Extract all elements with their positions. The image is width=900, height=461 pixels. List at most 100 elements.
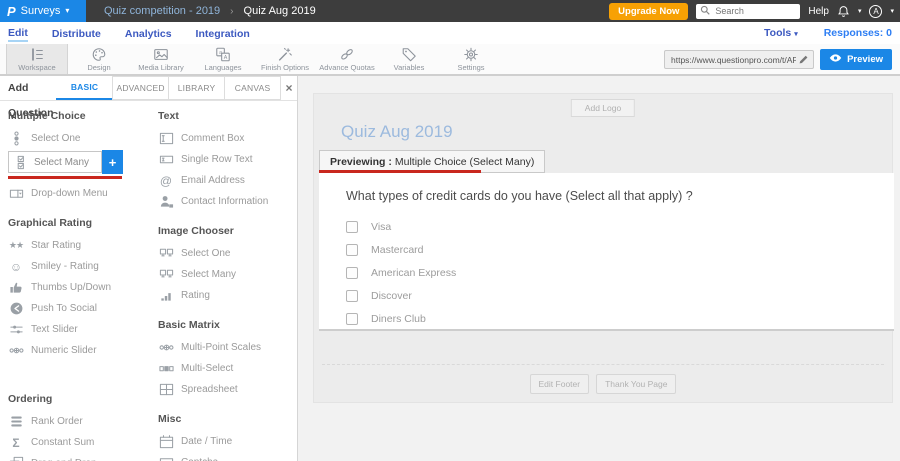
tab-canvas[interactable]: CANVAS — [224, 76, 281, 100]
question-type-label: Rating — [181, 290, 210, 301]
toolbar-item-languages[interactable]: aALanguages — [192, 44, 254, 74]
img-select-many-icon — [158, 267, 174, 282]
tab-basic[interactable]: BASIC — [56, 76, 113, 100]
thank-you-page-button[interactable]: Thank You Page — [596, 374, 676, 394]
chevron-down-icon[interactable]: ▾ — [890, 7, 894, 15]
responses-count[interactable]: Responses: 0 — [824, 27, 892, 39]
dropdown-menu-icon — [8, 186, 24, 201]
toolbar-item-design[interactable]: Design — [68, 44, 130, 74]
questionpro-logo-icon: P — [7, 4, 16, 19]
question-type-label: Push To Social — [31, 303, 97, 314]
question-type-item[interactable]: Thumbs Up/Down — [8, 277, 150, 298]
advance-quotas-icon — [339, 46, 355, 63]
comment-box-icon — [158, 131, 174, 146]
search-icon — [700, 2, 710, 20]
toolbar-item-variables[interactable]: Variables — [378, 44, 440, 74]
upgrade-now-button[interactable]: Upgrade Now — [609, 3, 688, 20]
question-type-item[interactable]: Select One — [8, 128, 150, 149]
tab-library[interactable]: LIBRARY — [168, 76, 225, 100]
toolbar-item-workspace[interactable]: Workspace — [6, 44, 68, 74]
question-type-item-selected[interactable]: Select Many+ — [8, 151, 150, 173]
question-type-label: Star Rating — [31, 240, 81, 251]
help-link[interactable]: Help — [808, 6, 829, 17]
panel-tabs: BASICADVANCEDLIBRARYCANVAS — [57, 76, 281, 100]
variables-icon — [401, 46, 417, 63]
chevron-down-icon: ▾ — [65, 7, 69, 15]
nav-tab-analytics[interactable]: Analytics — [125, 25, 172, 41]
single-row-text-icon — [158, 152, 174, 167]
question-type-label: Constant Sum — [31, 437, 94, 448]
tools-menu[interactable]: Tools ▾ — [764, 27, 798, 39]
preview-button[interactable]: Preview — [820, 49, 892, 70]
surveys-menu[interactable]: P Surveys ▾ — [0, 0, 86, 22]
question-type-label: Text Slider — [31, 324, 78, 335]
select-many-icon — [13, 155, 29, 170]
question-type-item[interactable]: Captcha — [158, 452, 296, 461]
nav-tabs: Edit Distribute Analytics Integration — [8, 22, 250, 44]
captcha-icon — [158, 455, 174, 461]
checkbox[interactable] — [346, 290, 358, 302]
edit-url-pencil-icon[interactable] — [798, 54, 809, 65]
toolbar-item-label: Languages — [204, 63, 241, 72]
survey-url-input[interactable] — [669, 54, 798, 66]
search-box[interactable] — [696, 4, 800, 19]
toolbar-item-label: Settings — [457, 63, 484, 72]
nav-tab-integration[interactable]: Integration — [196, 25, 250, 41]
chevron-down-icon[interactable]: ▾ — [858, 7, 862, 15]
section-heading: Multiple Choice — [8, 110, 150, 122]
thumbs-updown-icon — [8, 280, 24, 295]
question-type-item[interactable]: Drag and Drop — [8, 453, 150, 461]
question-type-item[interactable]: Select One — [158, 243, 296, 264]
nav-tab-distribute[interactable]: Distribute — [52, 25, 101, 41]
tab-advanced[interactable]: ADVANCED — [112, 76, 169, 100]
question-type-label: Single Row Text — [181, 154, 253, 165]
question-type-item[interactable]: Rating — [158, 285, 296, 306]
checkbox[interactable] — [346, 267, 358, 279]
question-type-item[interactable]: Contact Information — [158, 191, 296, 212]
question-type-item[interactable]: Numeric Slider — [8, 340, 150, 361]
checkbox[interactable] — [346, 244, 358, 256]
question-type-item[interactable]: Single Row Text — [158, 149, 296, 170]
question-type-item[interactable]: Push To Social — [8, 298, 150, 319]
add-question-plus-button[interactable]: + — [102, 150, 123, 174]
search-input[interactable] — [713, 5, 796, 17]
question-type-item[interactable]: Rank Order — [8, 411, 150, 432]
toolbar-item-settings[interactable]: Settings — [440, 44, 502, 74]
survey-title[interactable]: Quiz Aug 2019 — [341, 122, 453, 142]
selected-question-type-box[interactable]: Select Many — [8, 151, 102, 173]
spreadsheet-icon — [158, 382, 174, 397]
question-type-item[interactable]: Spreadsheet — [158, 379, 296, 400]
question-type-item[interactable]: ΣConstant Sum — [8, 432, 150, 453]
toolbar-item-finish-options[interactable]: Finish Options — [254, 44, 316, 74]
checkbox[interactable] — [346, 313, 358, 325]
notifications-bell-icon[interactable] — [837, 5, 850, 18]
close-icon[interactable]: × — [281, 76, 297, 100]
question-type-label: Email Address — [181, 175, 245, 186]
app-window: P Surveys ▾ Quiz competition - 2019 › Qu… — [0, 0, 900, 461]
question-type-item[interactable]: ★★Star Rating — [8, 235, 150, 256]
nav-tab-edit[interactable]: Edit — [8, 24, 28, 42]
question-type-item[interactable]: Comment Box — [158, 128, 296, 149]
email-address-icon: @ — [158, 174, 174, 188]
checkbox[interactable] — [346, 221, 358, 233]
toolbar-item-advance-quotas[interactable]: Advance Quotas — [316, 44, 378, 74]
toolbar-items: Workspace Design Media Library aALanguagesF… — [6, 44, 502, 74]
question-type-item[interactable]: ☺Smiley - Rating — [8, 256, 150, 277]
toolbar-item-label: Workspace — [18, 63, 55, 72]
toolbar-item-label: Media Library — [138, 63, 183, 72]
question-type-item[interactable]: Text Slider — [8, 319, 150, 340]
question-type-item[interactable]: Drop-down Menu — [8, 183, 150, 204]
avatar[interactable]: A — [869, 5, 882, 18]
annotation-underline — [8, 176, 122, 179]
question-type-item[interactable]: Select Many — [158, 264, 296, 285]
add-logo-button[interactable]: Add Logo — [571, 99, 635, 117]
question-type-item[interactable]: Multi-Select — [158, 358, 296, 379]
question-type-item[interactable]: Multi-Point Scales — [158, 337, 296, 358]
toolbar-item-media-library[interactable]: Media Library — [130, 44, 192, 74]
question-type-item[interactable]: @ Email Address — [158, 170, 296, 191]
question-type-label: Select One — [181, 248, 230, 259]
previewing-prefix: Previewing : — [330, 156, 392, 168]
question-type-item[interactable]: Date / Time — [158, 431, 296, 452]
edit-footer-button[interactable]: Edit Footer — [530, 374, 590, 394]
breadcrumb-survey-group[interactable]: Quiz competition - 2019 — [104, 5, 220, 17]
